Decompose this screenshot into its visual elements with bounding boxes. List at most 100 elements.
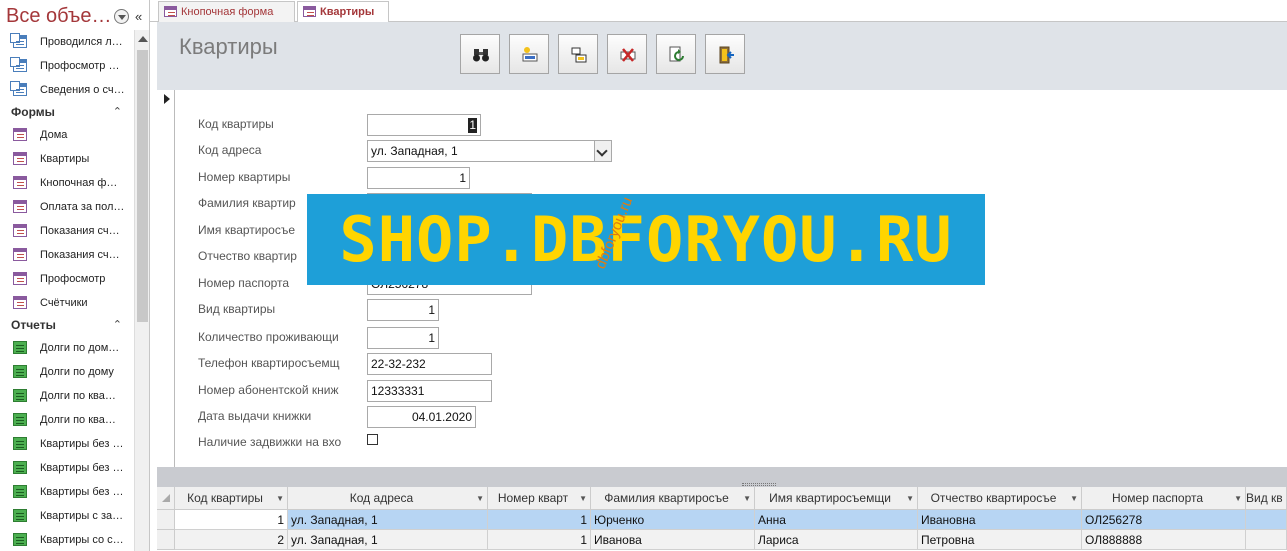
column-header[interactable]: Фамилия квартиросъе ▼ [591, 487, 755, 510]
nav-group-reports[interactable]: Отчеты ⌃ [0, 315, 134, 336]
field-label-subscriber-book: Номер абонентской книж [198, 383, 339, 397]
nav-item-form[interactable]: Счётчики [0, 291, 134, 315]
sort-dropdown-icon[interactable]: ▼ [579, 487, 587, 509]
nav-item-query[interactable]: Сведения о сч… [0, 78, 134, 102]
nav-item-label: Долги по ква… [40, 390, 116, 402]
sort-dropdown-icon[interactable]: ▼ [1234, 487, 1242, 509]
nav-item-report[interactable]: Долги по дому [0, 360, 134, 384]
chevron-down-icon[interactable] [594, 141, 611, 161]
column-header[interactable]: Номер паспорта ▼ [1082, 487, 1246, 510]
nav-item-form[interactable]: Оплата за пол… [0, 195, 134, 219]
find-record-button[interactable] [460, 34, 500, 74]
table-cell[interactable]: ОЛ256278 [1082, 510, 1246, 530]
tab-switchboard[interactable]: Кнопочная форма [158, 1, 295, 22]
column-header[interactable]: Отчество квартиросъе ▼ [918, 487, 1082, 510]
table-cell[interactable]: Юрченко [591, 510, 755, 530]
nav-item-label: Квартиры без … [40, 438, 124, 450]
nav-item-form[interactable]: Квартиры [0, 147, 134, 171]
delete-record-button[interactable] [607, 34, 647, 74]
nav-item-label: Квартиры со с… [40, 534, 124, 546]
nav-item-form[interactable]: Профосмотр [0, 267, 134, 291]
tab-label: Кнопочная форма [181, 6, 274, 18]
query-icon [10, 57, 27, 72]
column-header[interactable]: Вид кв [1246, 487, 1287, 510]
exit-button[interactable] [705, 34, 745, 74]
nav-item-report[interactable]: Квартиры с за… [0, 504, 134, 528]
table-cell[interactable]: 1 [488, 530, 591, 550]
nav-item-form[interactable]: Показания сч… [0, 243, 134, 267]
nav-scrollbar[interactable] [134, 30, 149, 551]
binoculars-icon [473, 49, 489, 62]
residents-count-input[interactable]: 1 [367, 327, 439, 349]
column-header[interactable]: Номер кварт ▼ [488, 487, 591, 510]
door-latch-checkbox[interactable] [367, 434, 378, 445]
nav-group-forms[interactable]: Формы ⌃ [0, 102, 134, 123]
nav-item-report[interactable]: Квартиры без … [0, 432, 134, 456]
table-cell[interactable]: Лариса [755, 530, 918, 550]
splitter-grip-icon[interactable] [742, 483, 776, 486]
table-cell[interactable]: 1 [175, 510, 288, 530]
save-record-button[interactable] [558, 34, 598, 74]
nav-item-query[interactable]: Проводился л… [0, 30, 134, 54]
nav-item-label: Долги по дом… [40, 342, 120, 354]
select-all-corner[interactable] [157, 487, 175, 510]
table-cell[interactable]: Ивановна [918, 510, 1082, 530]
table-cell[interactable]: 2 [175, 530, 288, 550]
table-cell[interactable] [1246, 510, 1287, 530]
apartment-number-input[interactable]: 1 [367, 167, 470, 189]
tab-apartments[interactable]: Квартиры [297, 1, 389, 23]
nav-item-report[interactable]: Долги по ква… [0, 408, 134, 432]
field-label-apartment-type: Вид квартиры [198, 302, 276, 316]
table-cell[interactable]: ул. Западная, 1 [288, 530, 488, 550]
subscriber-book-input[interactable]: 12333331 [367, 380, 492, 402]
table-row[interactable]: 1 ул. Западная, 1 1 Юрченко Анна Ивановн… [157, 510, 1287, 530]
table-cell[interactable]: Иванова [591, 530, 755, 550]
nav-group-label: Отчеты [11, 318, 56, 332]
nav-item-report[interactable]: Квартиры со с… [0, 528, 134, 551]
sort-dropdown-icon[interactable]: ▼ [276, 487, 284, 509]
table-cell[interactable] [1246, 530, 1287, 550]
split-form-splitter[interactable] [157, 467, 1287, 487]
nav-collapse-icon[interactable]: « [135, 9, 142, 24]
nav-item-form[interactable]: Показания сч… [0, 219, 134, 243]
table-cell[interactable]: Петровна [918, 530, 1082, 550]
column-header[interactable]: Код квартиры ▼ [175, 487, 288, 510]
row-selector[interactable] [157, 530, 175, 550]
column-header[interactable]: Имя квартиросъемщи ▼ [755, 487, 918, 510]
scrollbar-thumb[interactable] [137, 50, 148, 322]
nav-item-report[interactable]: Долги по ква… [0, 384, 134, 408]
apartment-code-input[interactable]: 1 [367, 114, 481, 136]
table-cell[interactable]: Анна [755, 510, 918, 530]
table-cell[interactable]: ул. Западная, 1 [288, 510, 488, 530]
nav-item-report[interactable]: Долги по дом… [0, 336, 134, 360]
record-selector[interactable] [157, 90, 175, 467]
nav-item-label: Проводился л… [40, 36, 123, 48]
form-icon [13, 176, 27, 189]
nav-title[interactable]: Все объе… [6, 5, 112, 28]
address-code-combobox[interactable]: ул. Западная, 1 [367, 140, 612, 162]
row-selector[interactable] [157, 510, 175, 530]
scroll-up-arrow-icon[interactable] [138, 36, 148, 42]
nav-group-label: Формы [11, 105, 55, 119]
new-record-button[interactable] [509, 34, 549, 74]
apartment-type-input[interactable]: 1 [367, 299, 439, 321]
column-header[interactable]: Код адреса ▼ [288, 487, 488, 510]
nav-menu-dropdown-icon[interactable] [114, 9, 129, 24]
nav-item-report[interactable]: Квартиры без … [0, 480, 134, 504]
nav-item-report[interactable]: Квартиры без … [0, 456, 134, 480]
table-cell[interactable]: ОЛ888888 [1082, 530, 1246, 550]
sort-dropdown-icon[interactable]: ▼ [476, 487, 484, 509]
table-cell[interactable]: 1 [488, 510, 591, 530]
nav-item-form[interactable]: Дома [0, 123, 134, 147]
sort-dropdown-icon[interactable]: ▼ [906, 487, 914, 509]
field-label-address-code: Код адреса [198, 143, 262, 157]
phone-input[interactable]: 22-32-232 [367, 353, 492, 375]
refresh-button[interactable] [656, 34, 696, 74]
sort-dropdown-icon[interactable]: ▼ [743, 487, 751, 509]
sort-dropdown-icon[interactable]: ▼ [1070, 487, 1078, 509]
nav-item-form[interactable]: Кнопочная ф… [0, 171, 134, 195]
datasheet-grid: Код квартиры ▼ Код адреса ▼ Номер кварт ▼ Ф… [157, 487, 1287, 551]
nav-item-query[interactable]: Профосмотр … [0, 54, 134, 78]
table-row[interactable]: 2 ул. Западная, 1 1 Иванова Лариса Петро… [157, 530, 1287, 550]
book-issue-date-input[interactable]: 04.01.2020 [367, 406, 476, 428]
